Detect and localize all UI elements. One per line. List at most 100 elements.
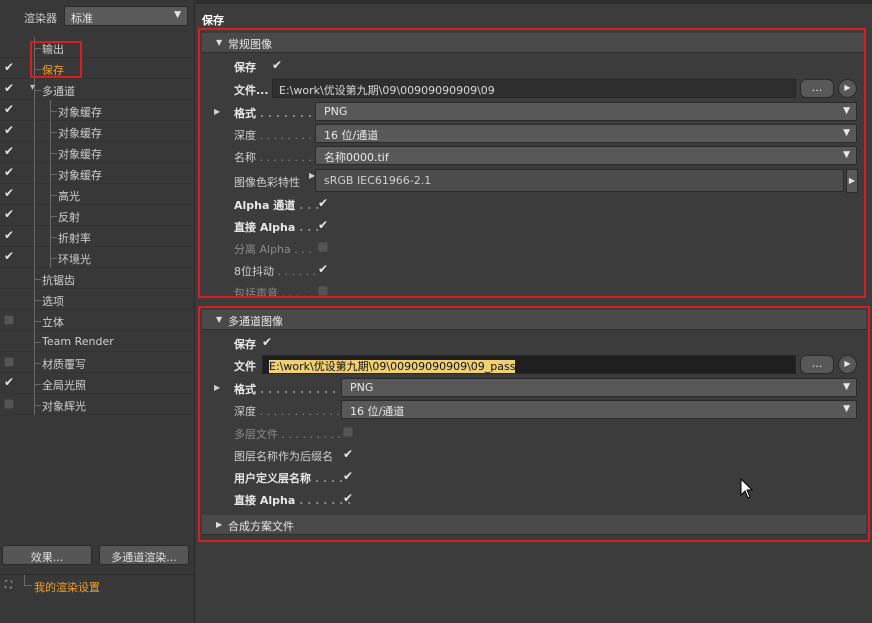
regular-straight-alpha-checkbox[interactable]: ✔ bbox=[318, 219, 330, 231]
tree-item[interactable]: ✔ 对象缓存 bbox=[0, 100, 195, 121]
tree-item[interactable]: Team Render bbox=[0, 331, 195, 352]
enabled-checkmark-icon[interactable]: ✔ bbox=[4, 166, 16, 178]
tree-item-label: 保存 bbox=[42, 64, 64, 77]
regular-straight-alpha-row: 直接 Alpha . . . ✔ bbox=[234, 218, 330, 234]
multipass-save-row: 保存 ✔ bbox=[196, 333, 872, 353]
tree-item[interactable]: ✔ 环境光 bbox=[0, 247, 195, 268]
regular-file-browse-button[interactable]: ... bbox=[800, 79, 834, 98]
play-icon[interactable]: ▶ bbox=[838, 355, 857, 374]
effects-button[interactable]: 效果... bbox=[2, 545, 92, 565]
regular-profile-label: 图像色彩特性 bbox=[234, 176, 300, 189]
regular-dither-checkbox[interactable]: ✔ bbox=[318, 263, 330, 275]
expand-triangle-icon[interactable]: ▶ bbox=[214, 107, 220, 116]
multipass-file-browse-button[interactable]: ... bbox=[800, 355, 834, 374]
tree-item-label: 对象缓存 bbox=[58, 169, 102, 182]
tree-item-label: 全局光照 bbox=[42, 379, 86, 392]
enabled-checkmark-icon[interactable]: ✔ bbox=[4, 61, 16, 73]
regular-alpha-checkbox[interactable]: ✔ bbox=[318, 197, 330, 209]
regular-name-dropdown[interactable]: 名称0000.tif ▼ bbox=[315, 146, 857, 165]
regular-image-header[interactable]: ▼ 常规图像 bbox=[202, 33, 866, 53]
tree-item[interactable]: ✔ 全局光照 bbox=[0, 373, 195, 394]
render-setting-item[interactable]: ⛶ 我的渲染设置 bbox=[0, 574, 195, 596]
chevron-down-icon: ▼ bbox=[174, 10, 181, 20]
profile-menu-arrow-icon[interactable]: ▶ bbox=[846, 169, 858, 193]
tree-item[interactable]: 立体 bbox=[0, 310, 195, 331]
enabled-checkbox[interactable] bbox=[4, 357, 14, 367]
tree-item-label: 选项 bbox=[42, 295, 64, 308]
tree-item-label: 环境光 bbox=[58, 253, 91, 266]
tree-item[interactable]: 输出 bbox=[0, 37, 195, 58]
regular-save-checkbox[interactable]: ✔ bbox=[272, 59, 284, 71]
regular-image-title: 常规图像 bbox=[228, 38, 272, 51]
tree-item[interactable]: ✔ 折射率 bbox=[0, 226, 195, 247]
regular-format-dropdown[interactable]: PNG ▼ bbox=[315, 102, 857, 121]
tree-item[interactable]: ✔ 对象缓存 bbox=[0, 121, 195, 142]
tree-item[interactable]: 抗锯齿 bbox=[0, 268, 195, 289]
tree-item[interactable]: ✔ 反射 bbox=[0, 205, 195, 226]
tree-item[interactable]: ✔ 保存 bbox=[0, 58, 195, 79]
multipass-file-label: 文件 bbox=[234, 360, 256, 373]
tree-item-label: 对象辉光 bbox=[42, 400, 86, 413]
regular-depth-dropdown[interactable]: 16 位/通道 ▼ bbox=[315, 124, 857, 143]
expand-triangle-icon[interactable]: ▶ bbox=[214, 383, 220, 392]
multipass-format-dropdown[interactable]: PNG ▼ bbox=[341, 378, 857, 397]
enabled-checkmark-icon[interactable]: ✔ bbox=[4, 145, 16, 157]
play-icon[interactable]: ▶ bbox=[838, 79, 857, 98]
multipass-format-value: PNG bbox=[350, 381, 374, 394]
enabled-checkmark-icon[interactable]: ✔ bbox=[4, 376, 16, 388]
regular-include-sound-checkbox[interactable] bbox=[318, 286, 328, 296]
tree-item-label: 抗锯齿 bbox=[42, 274, 75, 287]
multipass-file-row: 文件 E:\work\优设第九期\09\00909090909\09_pass … bbox=[196, 355, 872, 375]
tree-item[interactable]: ✔ 对象缓存 bbox=[0, 163, 195, 184]
enabled-checkmark-icon[interactable]: ✔ bbox=[4, 187, 16, 199]
multipass-depth-value: 16 位/通道 bbox=[350, 405, 405, 418]
multipass-format-row: ▶ 格式 . . . . . . . . . . . . . . . PNG ▼ bbox=[196, 378, 872, 398]
multipass-save-label: 保存 bbox=[234, 338, 256, 351]
regular-alpha-label: Alpha 通道 bbox=[234, 199, 296, 212]
multipass-depth-dropdown[interactable]: 16 位/通道 ▼ bbox=[341, 400, 857, 419]
regular-name-label: 名称 bbox=[234, 151, 256, 164]
regular-format-row: ▶ 格式 . . . . . . . . . . PNG ▼ bbox=[196, 102, 872, 122]
enabled-checkmark-icon[interactable]: ✔ bbox=[4, 250, 16, 262]
multipass-file-input[interactable]: E:\work\优设第九期\09\00909090909\09_pass bbox=[262, 355, 796, 374]
tree-item[interactable]: ✔ 对象缓存 bbox=[0, 142, 195, 163]
composite-file-header[interactable]: ▶ 合成方案文件 bbox=[202, 515, 866, 535]
expand-square-icon: ⛶ bbox=[5, 580, 12, 591]
regular-name-value: 名称0000.tif bbox=[324, 151, 389, 164]
tree-item-label: 对象缓存 bbox=[58, 106, 102, 119]
regular-file-input[interactable]: E:\work\优设第九期\09\00909090909\09 bbox=[272, 79, 796, 98]
enabled-checkmark-icon[interactable]: ✔ bbox=[4, 82, 16, 94]
regular-profile-field[interactable]: sRGB IEC61966-2.1 bbox=[315, 169, 844, 192]
chevron-down-icon: ▼ bbox=[843, 128, 850, 138]
multipass-straight-alpha-checkbox[interactable]: ✔ bbox=[343, 492, 355, 504]
multipass-layered-checkbox[interactable] bbox=[343, 427, 353, 437]
enabled-checkbox[interactable] bbox=[4, 399, 14, 409]
regular-name-row: 名称 . . . . . . . . . 名称0000.tif ▼ bbox=[196, 146, 872, 166]
tree-item-label: 输出 bbox=[42, 43, 64, 56]
renderer-select[interactable]: 标准 ▼ bbox=[64, 6, 188, 26]
multipass-straight-alpha-row: 直接 Alpha . . . . . . . ✔ bbox=[234, 491, 355, 507]
regular-separate-alpha-checkbox[interactable] bbox=[318, 242, 328, 252]
tree-item[interactable]: 对象辉光 bbox=[0, 394, 195, 415]
enabled-checkmark-icon[interactable]: ✔ bbox=[4, 124, 16, 136]
tree-item[interactable]: ✔ ▾ 多通道 bbox=[0, 79, 195, 100]
enabled-checkmark-icon[interactable]: ✔ bbox=[4, 229, 16, 241]
collapse-triangle-icon[interactable]: ▾ bbox=[30, 82, 35, 93]
regular-profile-value: sRGB IEC61966-2.1 bbox=[324, 174, 432, 187]
tree-item[interactable]: 选项 bbox=[0, 289, 195, 310]
regular-include-sound-label: 包括声音 bbox=[234, 287, 278, 296]
tree-item[interactable]: ✔ 高光 bbox=[0, 184, 195, 205]
enabled-checkmark-icon[interactable]: ✔ bbox=[4, 103, 16, 115]
multipass-layer-suffix-checkbox[interactable]: ✔ bbox=[343, 448, 355, 460]
enabled-checkmark-icon[interactable]: ✔ bbox=[4, 208, 16, 220]
multipass-save-checkbox[interactable]: ✔ bbox=[262, 336, 274, 348]
chevron-down-icon: ▼ bbox=[843, 382, 850, 392]
save-settings-panel: 保存 ▼ 常规图像 保存 ✔ 文件... E:\work\优设第九期\09\00… bbox=[196, 0, 872, 623]
multipass-user-layer-checkbox[interactable]: ✔ bbox=[343, 470, 355, 482]
multipass-user-layer-label: 用户定义层名称 bbox=[234, 472, 311, 485]
top-bar bbox=[196, 0, 872, 4]
tree-item[interactable]: 材质覆写 bbox=[0, 352, 195, 373]
multipass-image-header[interactable]: ▼ 多通道图像 bbox=[202, 310, 866, 330]
enabled-checkbox[interactable] bbox=[4, 315, 14, 325]
multipass-render-button[interactable]: 多通道渲染... bbox=[99, 545, 189, 565]
